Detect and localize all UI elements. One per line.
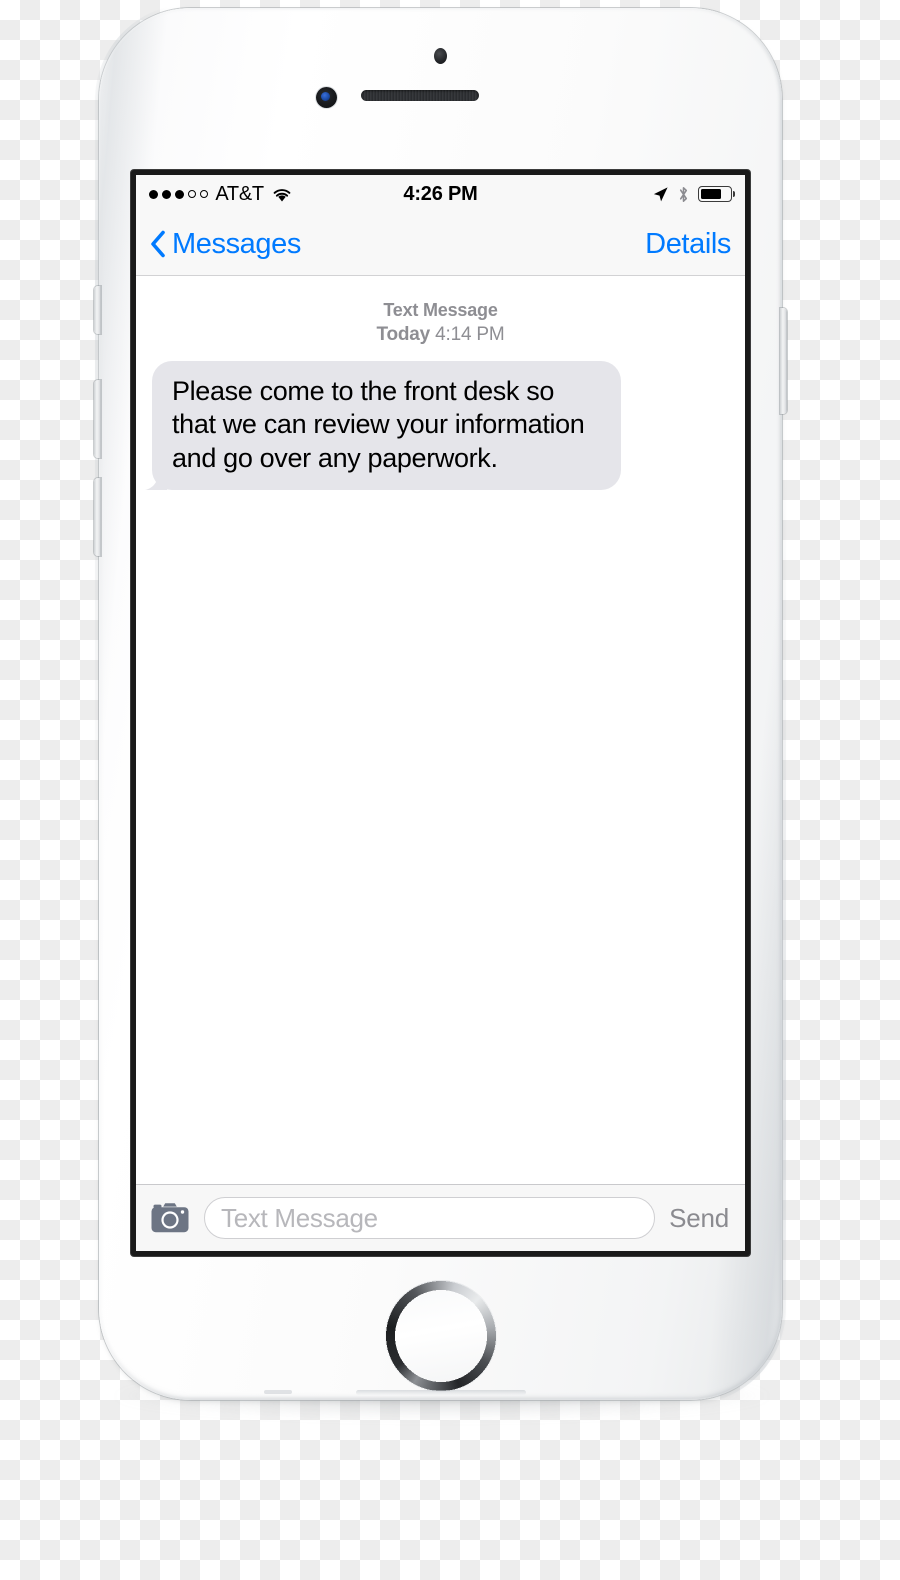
status-bar: AT&T 4:26 PM [136, 175, 745, 213]
message-clock-label: 4:14 PM [435, 324, 505, 346]
message-bubble-incoming[interactable]: Please come to the front desk so that we… [145, 360, 621, 491]
message-day-label: Today [376, 324, 431, 346]
battery-level-fill [701, 189, 721, 199]
message-row-incoming: Please come to the front desk so that we… [136, 360, 745, 491]
message-text: Please come to the front desk so that we… [172, 375, 585, 473]
mute-switch[interactable] [94, 286, 101, 334]
message-input-bar: Text Message Send [136, 1184, 745, 1251]
battery-icon [698, 186, 735, 202]
details-button[interactable]: Details [645, 228, 731, 261]
proximity-sensor-icon [433, 48, 447, 64]
signal-strength-icon [149, 189, 209, 199]
bluetooth-icon [679, 186, 688, 202]
volume-down-button[interactable] [94, 478, 101, 556]
home-button[interactable] [384, 1280, 497, 1392]
volume-up-button[interactable] [94, 380, 101, 458]
carrier-label: AT&T [215, 182, 264, 205]
signal-dot-filled [175, 189, 184, 199]
conversation-thread[interactable]: Text Message Today 4:14 PM Please come t… [136, 276, 745, 1184]
message-input-placeholder: Text Message [221, 1202, 378, 1233]
message-timestamp-header: Text Message Today 4:14 PM [136, 298, 745, 348]
home-button-ring [384, 1280, 497, 1392]
location-arrow-icon [653, 186, 668, 201]
signal-dot-empty [200, 189, 209, 199]
front-camera-icon [316, 87, 337, 108]
earpiece-speaker-icon [361, 90, 479, 101]
chevron-left-icon [151, 230, 165, 258]
message-type-label: Text Message [383, 300, 498, 320]
phone-screen: AT&T 4:26 PM Messages Details Text Messa… [136, 175, 745, 1251]
back-to-messages-button[interactable]: Messages [150, 228, 301, 261]
screen-bezel: AT&T 4:26 PM Messages Details Text Messa… [131, 170, 750, 1256]
signal-dot-filled [149, 189, 158, 199]
send-button[interactable]: Send [669, 1203, 731, 1234]
power-button[interactable] [780, 308, 787, 414]
message-text-input[interactable]: Text Message [204, 1197, 656, 1239]
signal-dot-empty [188, 189, 197, 199]
navigation-bar: Messages Details [136, 213, 745, 276]
back-button-label: Messages [172, 227, 301, 260]
bottom-headphone-port [264, 1390, 292, 1394]
bubble-tail-icon [145, 468, 167, 491]
camera-icon[interactable] [150, 1202, 190, 1234]
message-time-label: Today 4:14 PM [136, 322, 745, 348]
status-bar-right [652, 185, 735, 204]
iphone-device-frame: AT&T 4:26 PM Messages Details Text Messa… [94, 4, 787, 1404]
wifi-icon [273, 188, 291, 201]
status-bar-left: AT&T [149, 183, 293, 206]
bottom-speaker-grille [355, 1390, 526, 1395]
signal-dot-filled [162, 189, 171, 199]
